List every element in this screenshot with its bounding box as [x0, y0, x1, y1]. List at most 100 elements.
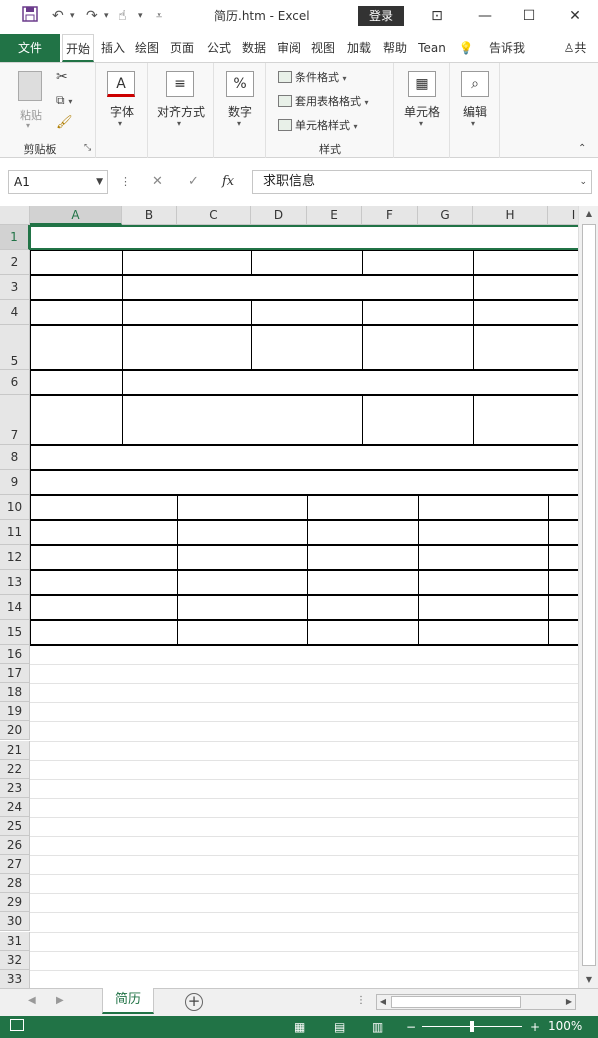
cell-name[interactable]	[30, 250, 122, 275]
tab-file[interactable]: 文件	[0, 34, 60, 62]
macro-record-icon[interactable]	[10, 1019, 24, 1035]
cell-start_date[interactable]	[32, 325, 120, 370]
cell-mobile[interactable]	[30, 300, 122, 325]
tab-data[interactable]: 数据	[238, 34, 270, 62]
row-header-4[interactable]: 4	[0, 300, 30, 325]
tab-formulas[interactable]: 公式	[204, 34, 234, 62]
font-group[interactable]: A 字体 ▾	[96, 63, 148, 158]
worksheet-grid[interactable]: A B C D E F G H I 1 2 3 4 5 6 7 8 9 10 11 12 13 14 15 16 17 18 19 20…	[0, 206, 578, 988]
page-layout-view-icon[interactable]: ▤	[334, 1019, 345, 1035]
scroll-left-icon[interactable]: ◀	[377, 995, 389, 1009]
column-header-h[interactable]: H	[473, 206, 548, 225]
enter-icon[interactable]: ✓	[188, 170, 199, 194]
row-header-6[interactable]: 6	[0, 370, 30, 395]
row-header-32[interactable]: 32	[0, 950, 30, 970]
cell-position[interactable]	[30, 370, 122, 395]
row-header-18[interactable]: 18	[0, 683, 30, 703]
column-header-a[interactable]: A	[30, 206, 122, 225]
tab-home[interactable]: 开始	[62, 34, 94, 62]
cell-r1[interactable]	[30, 225, 578, 250]
column-header-f[interactable]: F	[362, 206, 418, 225]
dialog-launcher-icon[interactable]: ⤡	[84, 143, 91, 153]
minimize-icon[interactable]: —	[474, 5, 496, 27]
insert-function-icon[interactable]: fx	[222, 170, 234, 194]
customize-toolbar-icon[interactable]: ⩡	[156, 6, 162, 26]
column-header-d[interactable]: D	[251, 206, 307, 225]
zoom-in-button[interactable]: +	[530, 1019, 540, 1035]
row-header-31[interactable]: 31	[0, 931, 30, 951]
column-header-c[interactable]: C	[177, 206, 251, 225]
sheet-tab[interactable]: 简历	[102, 988, 154, 1014]
paste-button[interactable]: 粘贴 ▾	[14, 69, 48, 130]
column-header-i[interactable]: I	[548, 206, 578, 225]
format-painter-icon[interactable]: 🖌	[56, 115, 73, 130]
normal-view-icon[interactable]: ▦	[294, 1019, 305, 1035]
zoom-slider-knob[interactable]	[470, 1021, 474, 1032]
format-as-table-button[interactable]: 套用表格格式 ▾	[278, 93, 369, 111]
cancel-icon[interactable]: ✕	[152, 170, 163, 194]
scroll-up-icon[interactable]: ▲	[579, 206, 598, 222]
prev-sheet-icon[interactable]: ◀	[28, 995, 36, 1006]
row-header-16[interactable]: 16	[0, 645, 30, 665]
cell-gender[interactable]	[251, 250, 362, 275]
row-header-24[interactable]: 24	[0, 797, 30, 817]
cell-styles-button[interactable]: 单元格样式 ▾	[278, 117, 358, 135]
tab-review[interactable]: 审阅	[274, 34, 304, 62]
number-group[interactable]: % 数字 ▾	[214, 63, 266, 158]
zoom-out-button[interactable]: −	[406, 1019, 416, 1035]
collapse-ribbon-icon[interactable]: ⌃	[578, 143, 586, 154]
row-header-21[interactable]: 21	[0, 740, 30, 760]
cell-period[interactable]	[30, 495, 177, 520]
cell-major[interactable]	[307, 495, 418, 520]
tab-insert[interactable]: 插入	[98, 34, 128, 62]
row-header-14[interactable]: 14	[0, 595, 30, 620]
row-header-27[interactable]: 27	[0, 855, 30, 875]
touch-dropdown-icon[interactable]: ▾	[138, 6, 143, 26]
alignment-group[interactable]: ≡ 对齐方式 ▾	[148, 63, 214, 158]
row-header-11[interactable]: 11	[0, 520, 30, 545]
scroll-right-icon[interactable]: ▶	[563, 995, 575, 1009]
tab-help[interactable]: 帮助	[380, 34, 410, 62]
row-header-28[interactable]: 28	[0, 874, 30, 894]
ribbon-display-options-icon[interactable]: ⊡	[426, 5, 448, 27]
row-header-3[interactable]: 3	[0, 275, 30, 300]
row-header-25[interactable]: 25	[0, 816, 30, 836]
add-sheet-icon[interactable]: +	[185, 993, 203, 1011]
zoom-level[interactable]: 100%	[548, 1019, 582, 1033]
cell-postal[interactable]	[473, 275, 578, 300]
name-box[interactable]: A1 ▼	[8, 170, 108, 194]
column-header-g[interactable]: G	[418, 206, 473, 225]
expand-formula-bar-icon[interactable]: ⌄	[579, 171, 587, 193]
cell-address[interactable]	[30, 275, 122, 300]
row-header-5[interactable]: 5	[0, 325, 30, 370]
row-header-12[interactable]: 12	[0, 545, 30, 570]
vertical-scrollbar[interactable]: ▲ ▼	[578, 206, 598, 988]
copy-icon[interactable]: ⧉ ▾	[56, 93, 72, 108]
row-header-20[interactable]: 20	[0, 721, 30, 741]
redo-dropdown-icon[interactable]: ▾	[104, 6, 109, 26]
column-header-e[interactable]: E	[307, 206, 362, 225]
row-header-15[interactable]: 15	[0, 620, 30, 645]
cell-birth[interactable]	[473, 250, 578, 275]
row-header-17[interactable]: 17	[0, 664, 30, 684]
cell-edu_title[interactable]	[30, 470, 578, 495]
page-break-view-icon[interactable]: ▥	[372, 1019, 383, 1035]
horizontal-scrollbar[interactable]: ◀ ▶	[376, 994, 576, 1010]
tab-team[interactable]: Tean	[414, 34, 450, 62]
tell-me-search[interactable]: 告诉我	[484, 34, 530, 62]
scroll-down-icon[interactable]: ▼	[579, 972, 598, 988]
row-header-29[interactable]: 29	[0, 893, 30, 913]
cut-icon[interactable]: ✂	[56, 69, 68, 85]
tab-page-layout[interactable]: 页面	[166, 34, 198, 62]
formula-input[interactable]: 求职信息 ⌄	[252, 170, 592, 194]
tab-view[interactable]: 视图	[308, 34, 338, 62]
row-header-7[interactable]: 7	[0, 395, 30, 445]
editing-group[interactable]: ⌕ 编辑 ▾	[450, 63, 500, 158]
login-button[interactable]: 登录	[358, 6, 404, 26]
row-header-30[interactable]: 30	[0, 912, 30, 932]
column-header-b[interactable]: B	[122, 206, 177, 225]
maximize-icon[interactable]: ☐	[518, 5, 540, 27]
cell-landline[interactable]	[251, 300, 362, 325]
row-header-26[interactable]: 26	[0, 836, 30, 856]
cell-hukou[interactable]	[32, 395, 120, 445]
